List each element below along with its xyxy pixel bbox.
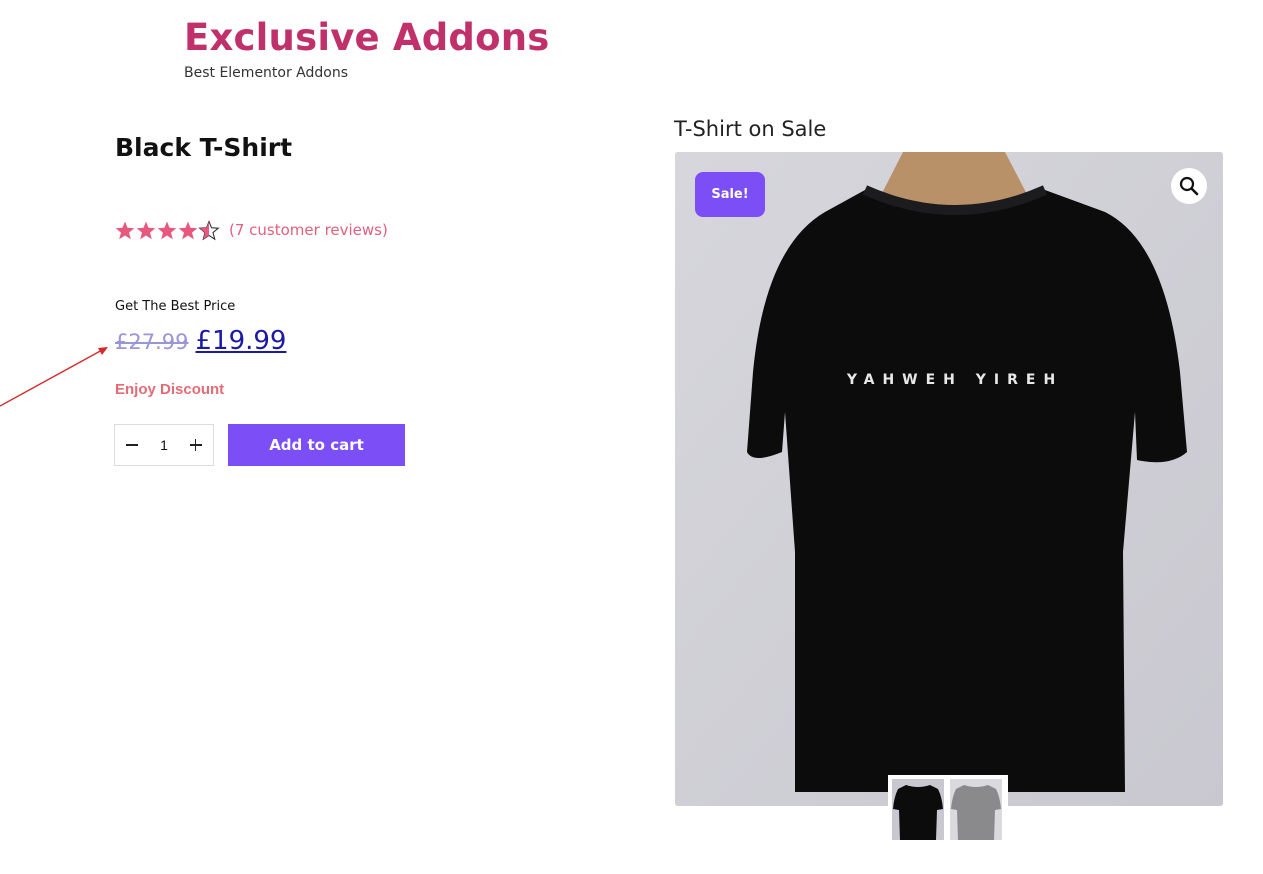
quantity-stepper[interactable]: 1 [114, 424, 214, 466]
quantity-value[interactable]: 1 [160, 437, 168, 453]
star-icon [136, 221, 156, 240]
thumbnail-grey-shirt[interactable] [950, 779, 1002, 840]
minus-icon[interactable] [125, 438, 139, 452]
gallery-thumbnails [888, 775, 1008, 840]
shirt-print: YAHWEH YIREH [846, 372, 1063, 388]
thumbnail-black-shirt[interactable] [892, 779, 944, 840]
add-to-cart-button[interactable]: Add to cart [228, 424, 405, 466]
product-price: £27.99 £19.99 [115, 326, 286, 356]
product-rating: (7 customer reviews) [115, 218, 388, 242]
zoom-button[interactable] [1171, 168, 1207, 204]
product-title: Black T-Shirt [115, 133, 293, 162]
sale-price[interactable]: £19.99 [195, 326, 286, 356]
star-icon [178, 221, 198, 240]
customer-reviews-link[interactable]: (7 customer reviews) [229, 221, 388, 239]
price-label: Get The Best Price [115, 299, 236, 314]
star-rating [115, 218, 221, 242]
plus-icon[interactable] [189, 438, 203, 452]
site-title[interactable]: Exclusive Addons [184, 16, 550, 59]
star-icon [115, 221, 135, 240]
sale-badge: Sale! [695, 172, 765, 217]
tshirt-shape [747, 190, 1187, 792]
annotation-arrow [0, 347, 108, 407]
discount-text: Enjoy Discount [115, 381, 225, 398]
product-main-image[interactable]: YAHWEH YIREH [675, 152, 1223, 806]
gallery-heading: T-Shirt on Sale [674, 117, 827, 141]
star-icon [157, 221, 177, 240]
site-tagline: Best Elementor Addons [184, 65, 349, 81]
old-price: £27.99 [115, 330, 189, 354]
search-icon [1179, 176, 1199, 196]
